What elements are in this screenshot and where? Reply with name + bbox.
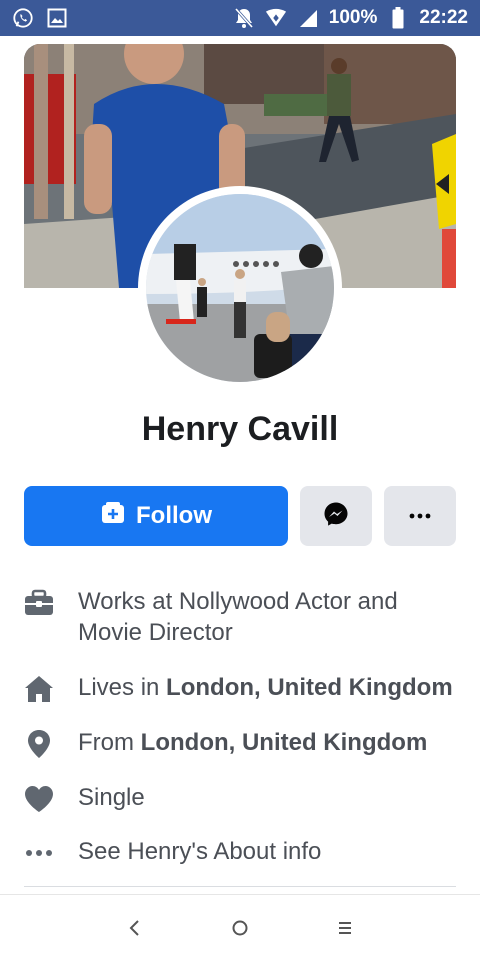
avatar[interactable] bbox=[146, 194, 334, 382]
detail-lives-in: Lives in London, United Kingdom bbox=[24, 672, 464, 704]
detail-from: From London, United Kingdom bbox=[24, 727, 464, 759]
briefcase-icon bbox=[24, 588, 54, 618]
data-icon bbox=[265, 7, 287, 29]
heart-icon bbox=[24, 784, 54, 814]
messenger-icon bbox=[323, 501, 349, 532]
detail-work: Works at Nollywood Actor and Movie Direc… bbox=[24, 586, 464, 648]
lives-in-place[interactable]: London, United Kingdom bbox=[166, 674, 453, 701]
more-icon bbox=[408, 507, 432, 525]
more-options-button[interactable] bbox=[384, 486, 456, 546]
signal-icon bbox=[297, 7, 319, 29]
work-text: Works at Nollywood Actor and Movie Direc… bbox=[78, 588, 398, 646]
status-bar: 100% 22:22 bbox=[0, 0, 480, 36]
system-nav-bar bbox=[0, 894, 480, 960]
location-pin-icon bbox=[24, 729, 54, 759]
follow-label: Follow bbox=[136, 502, 212, 529]
lives-in-prefix: Lives in bbox=[78, 674, 167, 701]
divider bbox=[24, 886, 456, 887]
home-icon bbox=[24, 674, 54, 704]
follow-button[interactable]: Follow bbox=[24, 486, 288, 546]
about-link-text[interactable]: See Henry's About info bbox=[78, 836, 321, 867]
messenger-button[interactable] bbox=[300, 486, 372, 546]
ellipsis-icon bbox=[24, 838, 54, 868]
from-place[interactable]: London, United Kingdom bbox=[141, 729, 428, 756]
gallery-icon bbox=[46, 7, 68, 29]
from-prefix: From bbox=[78, 729, 141, 756]
follow-icon bbox=[100, 500, 126, 533]
back-icon[interactable] bbox=[119, 913, 149, 943]
mute-icon bbox=[233, 7, 255, 29]
clock: 22:22 bbox=[419, 7, 468, 28]
detail-relationship: Single bbox=[24, 782, 464, 814]
whatsapp-icon bbox=[12, 7, 34, 29]
profile-name: Henry Cavill bbox=[141, 410, 339, 448]
battery-level: 100% bbox=[328, 7, 378, 28]
battery-icon bbox=[387, 7, 409, 29]
recents-icon[interactable] bbox=[330, 913, 360, 943]
relationship-text: Single bbox=[78, 784, 145, 811]
home-nav-icon[interactable] bbox=[225, 913, 255, 943]
about-link[interactable]: See Henry's About info bbox=[24, 836, 464, 868]
